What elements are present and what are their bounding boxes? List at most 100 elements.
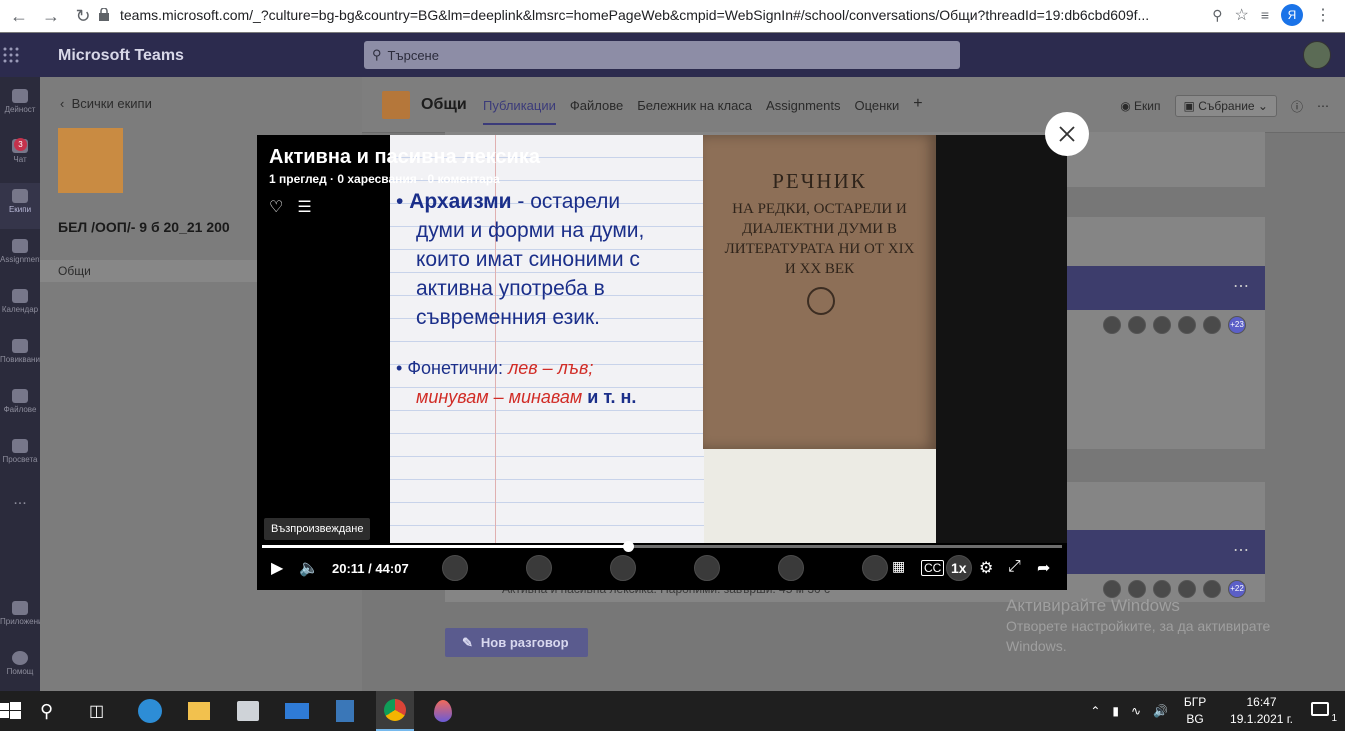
book-icon (12, 439, 28, 453)
address-bar[interactable]: teams.microsoft.com/_?culture=bg-bg&coun… (120, 7, 1149, 23)
slide-text-line: Фонетични: (407, 358, 509, 378)
slide-example: лев – лъв; (508, 358, 594, 378)
speaker-icon[interactable]: 🔊 (1153, 704, 1168, 718)
tab-assignments[interactable]: Assignments (766, 98, 840, 125)
back-arrow-icon[interactable]: ← (6, 3, 32, 29)
add-tab-icon[interactable]: + (913, 95, 922, 125)
all-teams-link[interactable]: ‹ Всички екипи (60, 96, 152, 111)
teams-header: Microsoft Teams ⚲ Търсене (0, 33, 1345, 77)
search-icon[interactable]: ⚲ (40, 701, 62, 721)
watermark-title: Активирайте Windows (1006, 596, 1180, 615)
star-icon[interactable]: ☆ (1234, 5, 1248, 25)
participant-thumbnail (862, 555, 888, 581)
rail-help[interactable]: Помощ (0, 645, 40, 691)
clock[interactable]: 16:47 19.1.2021 г. (1230, 694, 1293, 728)
rail-calls[interactable]: Повиквания (0, 333, 44, 379)
forward-arrow-icon[interactable]: → (38, 3, 64, 29)
zoom-icon[interactable]: ⚲ (1212, 7, 1222, 24)
info-icon[interactable]: ⓘ (1291, 98, 1303, 115)
video-frame[interactable]: • Архаизми - остарели думи и форми на ду… (390, 135, 1067, 543)
rail-more[interactable]: ... (0, 491, 40, 537)
reading-list-icon[interactable]: ≡ (1261, 7, 1269, 23)
chevron-up-icon[interactable]: ⌃ (1090, 704, 1100, 718)
participant-thumbnail (778, 555, 804, 581)
avatar (1153, 316, 1171, 334)
play-icon[interactable]: ▶ (271, 558, 283, 578)
browser-menu-icon[interactable]: ⋮ (1315, 5, 1331, 25)
rail-label: Assignments (0, 255, 46, 264)
windows-start-icon[interactable] (0, 701, 22, 721)
paint-app-icon[interactable] (434, 700, 452, 722)
compose-icon: ✎ (462, 634, 473, 650)
rail-apps[interactable]: Приложения (0, 595, 47, 641)
slide-text-line: и т. н. (582, 387, 637, 407)
video-stats: 1 преглед · 0 харесвания · 0 коментара (269, 172, 500, 186)
more-options-icon[interactable]: ⋯ (1317, 99, 1329, 113)
slide-text-line: активна употреба в (416, 277, 605, 300)
playlist-add-icon[interactable]: ☰ (297, 197, 311, 217)
team-visibility[interactable]: ◉ Екип (1120, 99, 1160, 113)
tab-class-notebook[interactable]: Бележник на класа (637, 98, 752, 125)
app-launcher-icon[interactable] (2, 46, 20, 64)
rail-teams[interactable]: Екипи (0, 183, 40, 229)
notifications-icon[interactable]: 1 (1311, 700, 1337, 724)
slide-text: • Архаизми - остарели думи и форми на ду… (396, 187, 644, 412)
avatar (1178, 316, 1196, 334)
total-time: 44:07 (375, 561, 409, 576)
file-explorer-icon[interactable] (188, 702, 210, 720)
watermark-line: Отворете настройките, за да активирате (1006, 618, 1271, 634)
new-conversation-button[interactable]: ✎ Нов разговор (445, 628, 588, 657)
rail-chat[interactable]: 3 Чат (0, 133, 40, 179)
playback-speed[interactable]: 1x (951, 560, 967, 576)
bullet-icon: • (396, 190, 404, 213)
bullet-icon: • (396, 358, 403, 378)
rail-files[interactable]: Файлове (0, 383, 40, 429)
watermark-line: Windows. (1006, 638, 1067, 654)
chrome-icon (384, 699, 406, 721)
meeting-button[interactable]: ▣ Събрание ⌄ (1174, 95, 1277, 117)
tab-files[interactable]: Файлове (570, 98, 623, 125)
tab-grades[interactable]: Оценки (854, 98, 899, 125)
rail-prosveta[interactable]: Просвета (0, 433, 40, 479)
calculator-icon[interactable] (336, 700, 354, 722)
volume-icon[interactable]: 🔈 (299, 558, 319, 578)
close-dialog-button[interactable] (1045, 112, 1089, 156)
avatar (1128, 316, 1146, 334)
task-view-icon[interactable]: ◫ (89, 701, 111, 721)
settings-gear-icon[interactable]: ⚙ (979, 558, 993, 578)
chrome-taskbar-item[interactable] (376, 691, 414, 731)
play-tooltip: Възпроизвеждане (264, 518, 371, 540)
rail-label: Чат (13, 155, 27, 164)
fullscreen-icon[interactable]: ⤢ (1008, 558, 1021, 576)
more-options-icon[interactable]: ⋯ (1233, 276, 1249, 296)
input-language[interactable]: БГР BG (1180, 694, 1210, 728)
lined-paper: • Архаизми - остарели думи и форми на ду… (390, 135, 704, 543)
tab-posts[interactable]: Публикации (483, 98, 556, 125)
heart-icon[interactable]: ♡ (269, 197, 283, 217)
teams-icon (12, 189, 28, 203)
browser-profile-avatar[interactable]: Я (1281, 4, 1303, 26)
seek-bar-fill (262, 545, 628, 548)
mail-icon[interactable] (285, 703, 309, 719)
more-options-icon[interactable]: ⋯ (1233, 540, 1249, 560)
rail-assignments[interactable]: Assignments (0, 233, 46, 279)
more-participants-badge[interactable]: +23 (1228, 316, 1246, 334)
edge-browser-icon[interactable] (138, 699, 162, 723)
clock-time: 16:47 (1246, 695, 1277, 709)
rail-activity[interactable]: Дейност (0, 83, 40, 129)
seek-bar[interactable] (262, 541, 1062, 552)
battery-icon[interactable]: ▮ (1112, 704, 1119, 718)
reload-icon[interactable]: ↻ (70, 3, 96, 29)
wifi-icon[interactable]: ∿ (1131, 704, 1141, 718)
lang-code: БГР (1183, 695, 1207, 709)
search-input[interactable]: ⚲ Търсене (364, 41, 960, 69)
team-name: БЕЛ /ООП/- 9 б 20_21 200 (58, 219, 230, 235)
video-title: Активна и пасивна лексика (269, 146, 540, 168)
team-logo (58, 128, 123, 193)
store-icon[interactable] (237, 701, 259, 721)
captions-icon[interactable]: CC (921, 560, 945, 576)
rail-calendar[interactable]: Календар (0, 283, 40, 329)
share-icon[interactable]: ➦ (1037, 558, 1050, 578)
transcript-icon[interactable]: ▦ (892, 558, 905, 575)
user-avatar[interactable] (1303, 41, 1331, 69)
